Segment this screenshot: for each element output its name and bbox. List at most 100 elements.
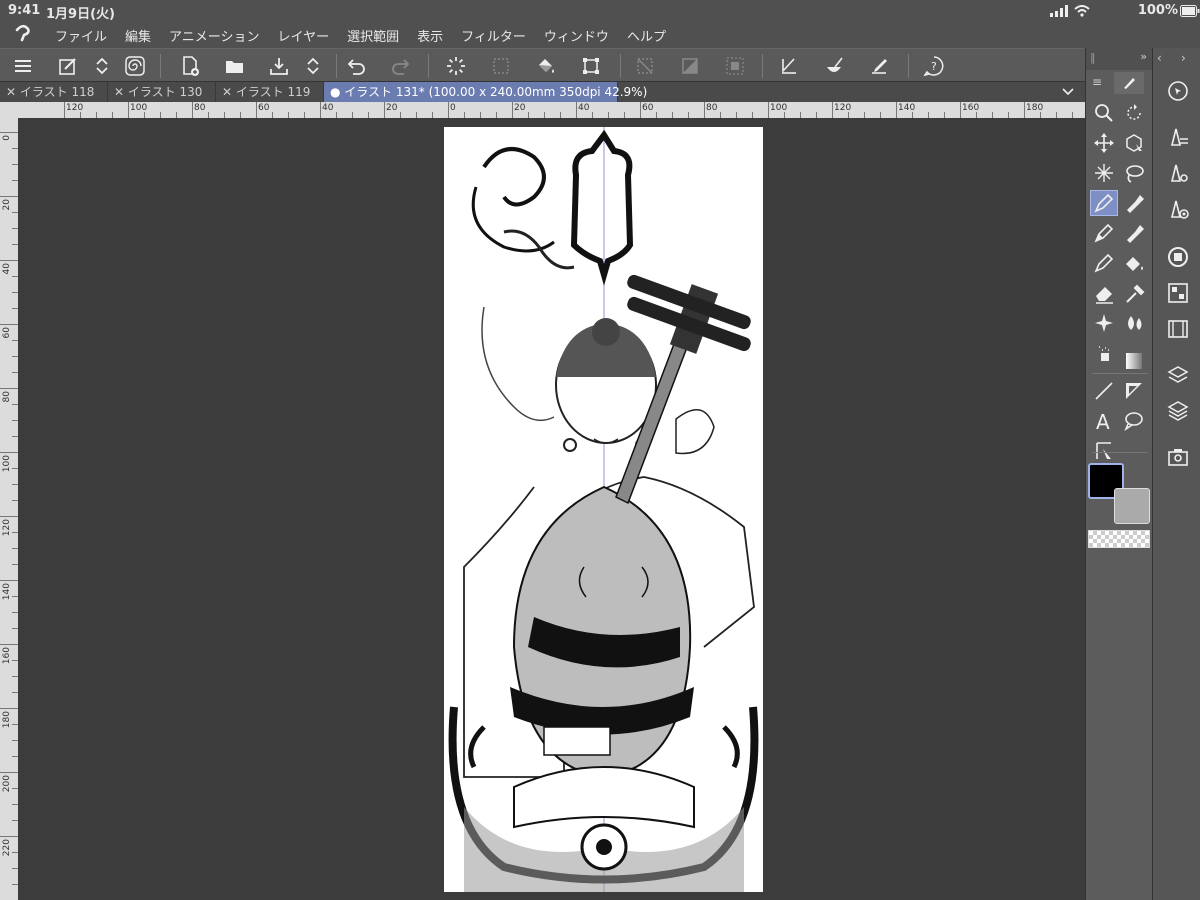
object-tool-button[interactable] [1120, 130, 1148, 156]
collapse-left-icon[interactable]: ‹ [1157, 51, 1162, 65]
text-tool-icon: A [1096, 410, 1110, 432]
ruler-tick [192, 102, 193, 118]
pen-settings-button[interactable] [866, 54, 892, 78]
brush-correction-button[interactable] [821, 54, 847, 78]
collapse-arrows-icon[interactable]: » [1140, 50, 1147, 63]
frame-border-tool-button[interactable] [1120, 378, 1148, 404]
menu-view[interactable]: 表示 [408, 26, 452, 45]
tab-label: イラスト 119 [235, 85, 311, 99]
stepper-button-2[interactable] [300, 54, 326, 78]
menu-animation[interactable]: アニメーション [160, 26, 268, 45]
text-tool-button[interactable]: A [1090, 408, 1118, 434]
ruler-button[interactable] [776, 54, 802, 78]
chevron-down-icon[interactable] [1061, 84, 1075, 98]
rotate-tool-button[interactable] [1120, 100, 1148, 126]
open-button[interactable] [222, 54, 248, 78]
layer-property-button[interactable] [1165, 362, 1191, 388]
companion-mode-button[interactable] [122, 54, 148, 78]
app-settings-button[interactable] [55, 54, 81, 78]
auto-select-tool-button[interactable] [1090, 160, 1118, 186]
ruler-label: 140 [898, 103, 916, 113]
brush-tool-button[interactable] [1090, 250, 1118, 276]
hamburger-menu-button[interactable] [10, 54, 36, 78]
tab-illust-119[interactable]: ✕ イラスト 119 [216, 82, 324, 102]
battery-icon [1180, 5, 1200, 17]
expand-selection-button[interactable] [722, 54, 748, 78]
ruler-tick [0, 836, 18, 837]
menu-help[interactable]: ヘルプ [618, 26, 675, 45]
tab-illust-118[interactable]: ✕ イラスト 118 [0, 82, 108, 102]
ruler-tick [1024, 102, 1025, 118]
marker-tool-button[interactable] [1120, 190, 1148, 216]
save-button[interactable] [266, 54, 292, 78]
tool-property-button[interactable] [1165, 160, 1191, 186]
material-button[interactable] [1165, 444, 1191, 470]
menu-window[interactable]: ウィンドウ [535, 26, 618, 45]
layer-button[interactable] [1165, 398, 1191, 424]
signal-icon [1050, 5, 1068, 17]
blend-tool-button[interactable] [1120, 310, 1148, 336]
frame-border-tool-icon [1126, 383, 1142, 399]
fill-bucket-tool-icon [1126, 257, 1143, 271]
color-set-button[interactable] [1165, 280, 1191, 306]
layer-settings-icon [1167, 366, 1189, 383]
menu-filter[interactable]: フィルター [452, 26, 535, 45]
ruler-tick [64, 102, 65, 118]
status-icons [1050, 5, 1090, 17]
brush-size-button[interactable] [1165, 196, 1191, 222]
airbrush-tool-button[interactable] [1090, 340, 1118, 366]
ink-tool-button[interactable] [1120, 220, 1148, 246]
ruler-tick [0, 772, 18, 773]
redo-button[interactable] [388, 54, 414, 78]
app-logo-icon[interactable] [0, 24, 46, 46]
dotted-square-icon [493, 58, 509, 74]
timeline-button[interactable] [1165, 316, 1191, 342]
new-canvas-button[interactable] [177, 54, 203, 78]
transform-button[interactable] [578, 54, 604, 78]
ruler-tick [0, 132, 18, 133]
ruler-label: 160 [962, 103, 980, 113]
color-wheel-button[interactable] [1165, 244, 1191, 270]
tab-illust-130[interactable]: ✕ イラスト 130 [108, 82, 216, 102]
pen-tool-button[interactable] [1090, 190, 1118, 216]
ruler-correct-tool-button[interactable] [1090, 438, 1118, 464]
tab-illust-131[interactable]: ● イラスト 131* (100.00 x 240.00mm 350dpi 42… [324, 82, 647, 102]
tab-tool[interactable] [1114, 72, 1144, 94]
lasso-tool-button[interactable] [1120, 160, 1148, 186]
folder-icon [226, 61, 243, 73]
ruler-tick [0, 260, 18, 261]
invert-button[interactable] [677, 54, 703, 78]
move-tool-button[interactable] [1090, 130, 1118, 156]
sparkle-tool-button[interactable] [1090, 310, 1118, 336]
transparent-color-button[interactable] [1088, 530, 1150, 548]
menu-layer[interactable]: レイヤー [269, 26, 339, 45]
balloon-tool-button[interactable] [1120, 408, 1148, 434]
loading-button[interactable] [443, 54, 469, 78]
canvas-workspace[interactable] [18, 118, 1085, 900]
palette-menu-icon[interactable]: ≡ [1092, 75, 1102, 89]
ruler-label: 160 [2, 647, 12, 665]
undo-button[interactable] [343, 54, 369, 78]
eyedropper-tool-button[interactable] [1120, 280, 1148, 306]
drawing-canvas[interactable] [444, 127, 763, 892]
pen-list-icon [1170, 128, 1188, 146]
deselect-button[interactable] [488, 54, 514, 78]
stepper-button-1[interactable] [89, 54, 115, 78]
fill-button[interactable] [533, 54, 559, 78]
eraser-tool-button[interactable] [1090, 280, 1118, 306]
menu-selection[interactable]: 選択範囲 [338, 26, 408, 45]
menu-file[interactable]: ファイル [46, 26, 116, 45]
clear-button[interactable] [632, 54, 658, 78]
gradient-tool-button[interactable] [1120, 348, 1148, 374]
zoom-tool-button[interactable] [1090, 100, 1118, 126]
sub-tool-button[interactable] [1165, 124, 1191, 150]
navigator-button[interactable] [1165, 78, 1191, 104]
menu-edit[interactable]: 編集 [116, 26, 160, 45]
pencil-tool-button[interactable] [1090, 220, 1118, 246]
line-tool-button[interactable] [1090, 378, 1118, 404]
sub-color-swatch[interactable] [1114, 488, 1150, 524]
collapse-right-icon[interactable]: › [1181, 51, 1186, 65]
ruler-tick [768, 102, 769, 118]
fill-bucket-tool-button[interactable] [1120, 250, 1148, 276]
help-button[interactable]: ? [921, 54, 947, 78]
